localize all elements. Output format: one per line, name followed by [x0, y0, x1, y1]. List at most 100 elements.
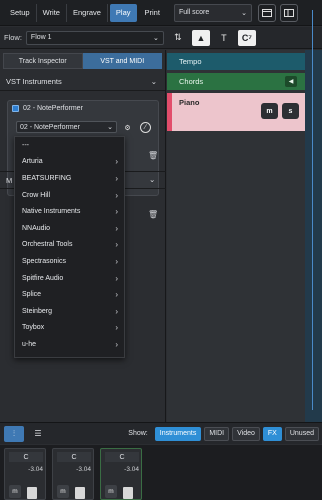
chevron-right-icon: › [115, 290, 118, 300]
instrument-title-row: 02 - NotePerformer [8, 101, 158, 112]
menu-item-label: --- [22, 141, 29, 149]
menu-item-label: u-he [22, 340, 37, 348]
chevron-right-icon: › [115, 306, 118, 316]
menu-item[interactable]: Spitfire Audio › [15, 270, 124, 287]
flow-select-value: Flow 1 [30, 34, 52, 41]
flow-toolbar: Flow: Flow 1 ⌄ ⇅ ▲ T C⁷ [0, 27, 322, 49]
trash-icon[interactable]: 🗑 [148, 151, 158, 160]
menu-item[interactable]: Splice › [15, 286, 124, 303]
mixer-channel: C -3.04 m [4, 448, 46, 500]
menu-item-label: BEATSURFING [22, 174, 72, 182]
marker-icon[interactable]: T [215, 30, 233, 46]
channel-mute-button[interactable]: m [9, 485, 21, 498]
chevron-right-icon: › [115, 256, 118, 266]
filter-unused-button[interactable]: Unused [284, 426, 319, 441]
chords-track[interactable]: Chords ◀ [167, 73, 322, 90]
instrument-enable-icon[interactable] [12, 105, 19, 112]
mode-toolbar: Setup Write Engrave Play Print Full scor… [0, 0, 322, 26]
metronome-icon[interactable]: ▲ [191, 29, 210, 46]
menu-item[interactable]: Crow Hill › [15, 187, 124, 204]
window-panels-icon[interactable] [279, 3, 298, 22]
edit-instrument-icon[interactable]: ∕ [140, 122, 151, 133]
gear-icon[interactable]: ⚙ [122, 122, 133, 133]
menu-item[interactable]: NNAudio › [15, 220, 124, 237]
tempo-track[interactable]: Tempo [167, 53, 322, 70]
mixer-settings-icon[interactable]: ☰ [28, 426, 48, 442]
menu-item[interactable]: Steinberg › [15, 303, 124, 320]
filter-video-button[interactable]: Video [232, 426, 260, 441]
timeline-ruler[interactable] [305, 50, 322, 422]
channel-mute-button[interactable]: m [57, 485, 69, 498]
menu-item-label: Crow Hill [22, 191, 50, 199]
chevron-down-icon: ⌄ [241, 9, 247, 17]
piano-track[interactable]: Piano m s [167, 93, 322, 131]
chevron-right-icon: › [115, 273, 118, 283]
instrument-select-value: 02 - NotePerformer [20, 123, 80, 131]
chord-symbol-button[interactable]: C⁷ [237, 29, 256, 46]
tab-vst-and-midi[interactable]: VST and MIDI [82, 53, 162, 69]
mode-play-button[interactable]: Play [109, 3, 137, 22]
piano-track-label: Piano [179, 98, 200, 107]
menu-item[interactable]: u-he › [15, 336, 124, 353]
menu-item[interactable]: BEATSURFING › [15, 170, 124, 187]
mode-setup-button[interactable]: Setup [4, 3, 37, 22]
fader-handle[interactable] [27, 487, 37, 499]
filter-midi-button[interactable]: MIDI [204, 426, 230, 441]
mixer-faders-icon[interactable]: ⫶ [4, 425, 24, 442]
layout-select[interactable]: Full score ⌄ [173, 3, 252, 22]
trash-icon[interactable]: 🗑 [148, 210, 158, 219]
chevron-down-icon: ⌄ [149, 175, 156, 184]
vst-instruments-header[interactable]: VST Instruments ⌄ [0, 73, 165, 91]
menu-item[interactable]: Spectrasonics › [15, 253, 124, 270]
menu-item[interactable]: Native Instruments › [15, 203, 124, 220]
menu-item[interactable]: Arturia › [15, 154, 124, 171]
chevron-right-icon: › [115, 339, 118, 349]
flow-label: Flow: [4, 33, 22, 42]
mode-engrave-button[interactable]: Engrave [67, 3, 108, 22]
menu-item-label: Steinberg [22, 307, 52, 315]
instrument-select[interactable]: 02 - NotePerformer ⌄ [16, 121, 117, 133]
menu-item-label: Splice [22, 291, 42, 299]
menu-item[interactable]: Toybox › [15, 320, 124, 337]
menu-item-label: Toybox [22, 324, 45, 332]
chevron-right-icon: › [115, 157, 118, 167]
filter-fx-button[interactable]: FX [262, 426, 282, 441]
mute-button[interactable]: m [261, 103, 278, 119]
fader-handle[interactable] [75, 487, 85, 499]
fader-handle[interactable] [123, 487, 133, 499]
filter-instruments-button[interactable]: Instruments [154, 426, 202, 441]
menu-item[interactable]: Orchestral Tools › [15, 237, 124, 254]
chevron-right-icon: › [115, 223, 118, 233]
chevron-right-icon: › [115, 190, 118, 200]
solo-button[interactable]: s [282, 103, 299, 119]
collapse-icon[interactable]: ◀ [285, 76, 297, 87]
chords-track-label: Chords [179, 77, 204, 86]
pan-control[interactable]: C [57, 452, 91, 462]
window-layout-icon[interactable] [257, 3, 276, 22]
mode-write-button[interactable]: Write [37, 3, 67, 22]
track-area: Tempo Chords ◀ Piano m s [167, 50, 322, 422]
tab-track-inspector[interactable]: Track Inspector [3, 53, 83, 69]
menu-item-label: Spitfire Audio [22, 274, 64, 282]
show-label: Show: [128, 430, 148, 437]
chevron-right-icon: › [115, 323, 118, 333]
playhead[interactable] [312, 10, 313, 410]
menu-item-label: Native Instruments [22, 208, 81, 216]
chevron-down-icon: ⌄ [153, 34, 159, 42]
section-title: VST Instruments [6, 77, 62, 86]
piano-track-color-strip [167, 93, 172, 131]
level-readout: -3.04 [28, 466, 43, 473]
instrument-title: 02 - NotePerformer [23, 105, 83, 112]
menu-item[interactable]: --- [15, 137, 124, 154]
pan-control[interactable]: C [105, 452, 139, 462]
mode-print-button[interactable]: Print [139, 4, 166, 22]
pan-control[interactable]: C [9, 452, 43, 462]
flow-select[interactable]: Flow 1 ⌄ [25, 30, 164, 45]
menu-item-label: Spectrasonics [22, 257, 66, 265]
chevron-down-icon: ⌄ [150, 77, 157, 86]
chevron-right-icon: › [115, 173, 118, 183]
channel-mute-button[interactable]: m [105, 485, 117, 498]
midi-section-letter: M [6, 175, 13, 185]
mixer-channel: C -3.04 m [100, 448, 142, 500]
track-resize-icon[interactable]: ⇅ [169, 30, 187, 46]
